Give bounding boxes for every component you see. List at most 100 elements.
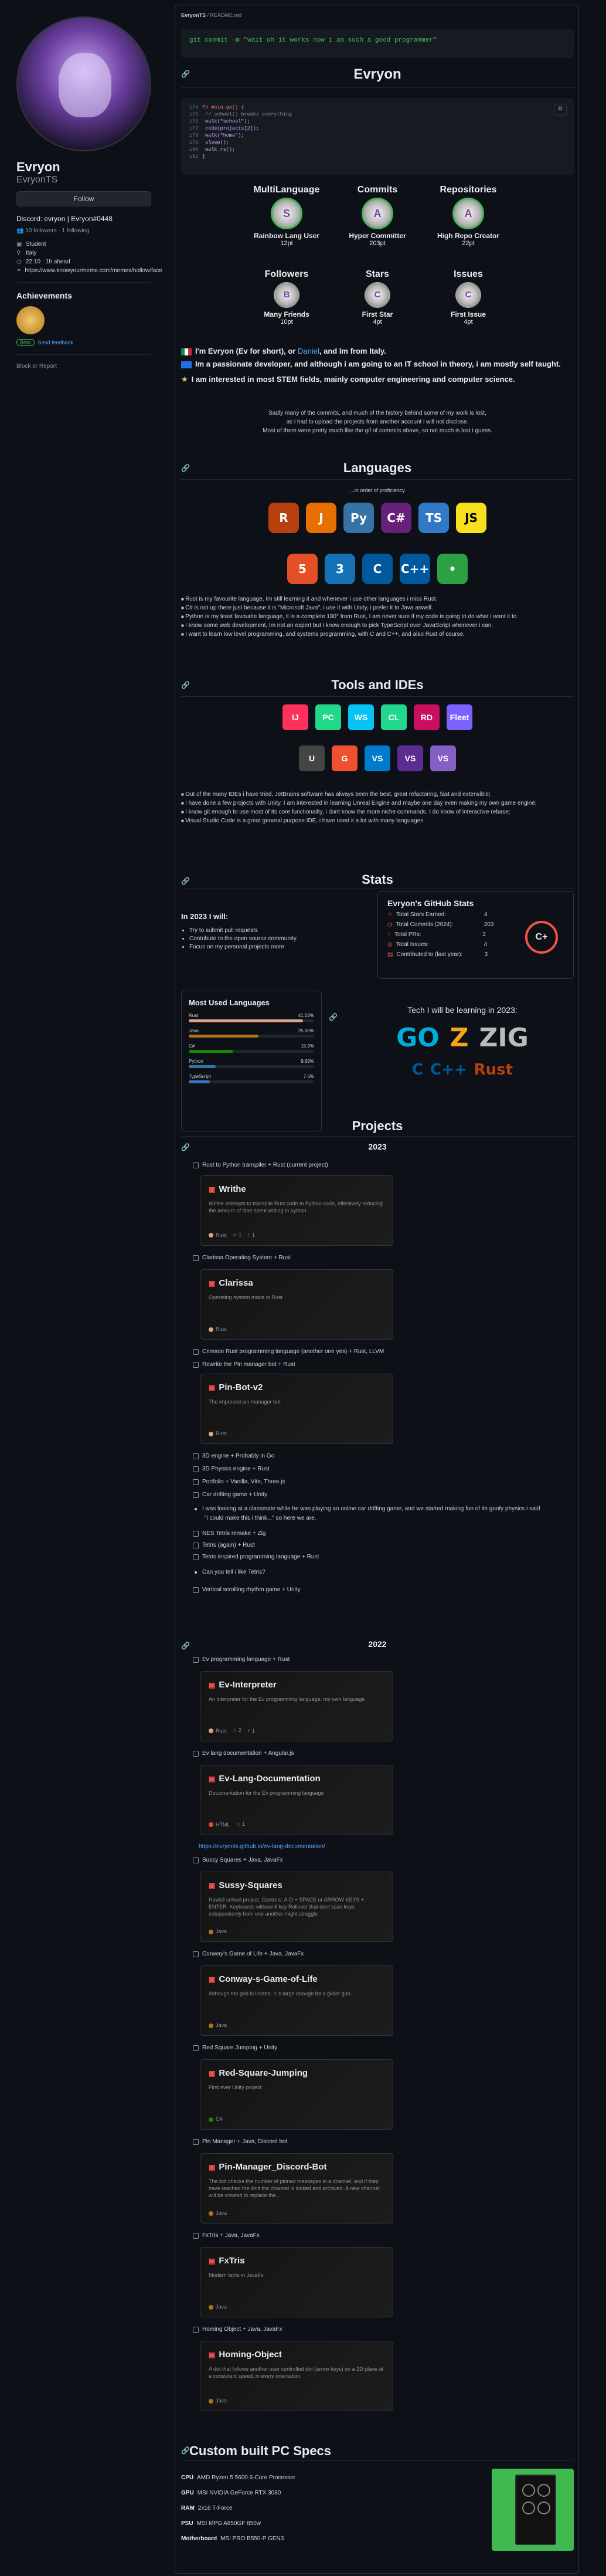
task-item[interactable]: Tetris (again) + Rust — [193, 1542, 255, 1548]
info-website-text[interactable]: https://www.knowyourmeme.com/memes/hollo… — [25, 267, 162, 274]
task-item[interactable]: Red Square Jumping + Unity — [193, 2045, 277, 2051]
achievement-badge[interactable] — [16, 306, 45, 334]
checkbox[interactable] — [193, 2326, 199, 2333]
task-item[interactable]: Car drifting game + Unity — [193, 1492, 267, 1498]
repo-stars: ☆ 1 — [236, 1821, 246, 1828]
checkbox[interactable] — [193, 2045, 199, 2051]
checkbox[interactable] — [193, 1951, 199, 1957]
repo-card[interactable]: ▣ FxTris Modern tetris in JavaFx Java — [200, 2247, 393, 2317]
task-item[interactable]: Crimson Rust programming language (anoth… — [193, 1348, 384, 1355]
task-item[interactable]: Pin Manager + Java, Discord bot — [193, 2138, 287, 2145]
anchor-link-icon[interactable]: 🔗 — [329, 1013, 338, 1021]
readme-path-user[interactable]: EvryonTS — [181, 12, 206, 18]
checkbox[interactable] — [193, 1348, 199, 1355]
copy-icon[interactable]: ⧉ — [554, 104, 567, 116]
task-item[interactable]: NES Tetris remake + Zig — [193, 1530, 265, 1537]
checkbox[interactable] — [193, 1492, 199, 1498]
task-item[interactable]: Ev lang documentation + Angular.js — [193, 1750, 294, 1757]
repo-name[interactable]: ▣ Sussy-Squares — [209, 1880, 384, 1890]
checkbox[interactable] — [193, 1530, 199, 1537]
repo-name-text[interactable]: Pin-Bot-v2 — [219, 1382, 263, 1392]
task-item[interactable]: Clarissa Operating System + Rust — [193, 1255, 291, 1261]
repo-name[interactable]: ▣ Clarissa — [209, 1278, 384, 1288]
most-used-languages-card[interactable]: Most Used Languages Rust 41.02% Java 25.00%… — [181, 991, 322, 1131]
task-item[interactable]: Vertical scrolling rhythm game + Unity — [193, 1587, 301, 1593]
repo-name[interactable]: ▣ FxTris — [209, 2256, 384, 2266]
checkbox[interactable] — [193, 1554, 199, 1560]
checkbox[interactable] — [193, 2232, 199, 2239]
repo-name-text[interactable]: Homing-Object — [219, 2350, 282, 2360]
block-report-link[interactable]: Block or Report — [16, 363, 151, 370]
task-item[interactable]: Can you tell i like Tetris? — [193, 1569, 265, 1575]
repo-card[interactable]: ▣ Ev-Interpreter An interpreter for the Ev… — [200, 1671, 393, 1741]
task-item[interactable]: Homing Object + Java, JavaFx — [193, 2326, 282, 2333]
checkbox[interactable] — [193, 1466, 199, 1472]
readme-path-file[interactable]: README.md — [210, 12, 242, 18]
checkbox[interactable] — [193, 1587, 199, 1593]
trophy-icon: A — [362, 198, 393, 229]
send-feedback-link[interactable]: Send feedback — [38, 340, 73, 345]
checkbox[interactable] — [193, 2138, 199, 2145]
repo-card[interactable]: ▣ Red-Square-Jumping First ever Unity proj… — [200, 2059, 393, 2130]
daniel-link[interactable]: Daniel — [298, 347, 319, 355]
anchor-link-icon[interactable]: 🔗 — [181, 2446, 190, 2455]
repo-card[interactable]: ▣ Pin-Bot-v2 The improved pin manager bot R… — [200, 1374, 393, 1444]
repo-name-text[interactable]: Clarissa — [219, 1278, 253, 1288]
repo-name-text[interactable]: Ev-Interpreter — [219, 1680, 276, 1690]
github-stats-card[interactable]: Evryon's GitHub Stats ☆ Total Stars Earne… — [377, 891, 574, 979]
code-line: 174 fn main_ga() { — [189, 104, 244, 110]
repo-card[interactable]: ▣ Writhe Writhe attempts to transpile Rust… — [200, 1175, 393, 1246]
ev-docs-link[interactable]: https://evryonts.github.io/ev-lang-docum… — [199, 1843, 325, 1850]
repo-name[interactable]: ▣ Ev-Lang-Documentation — [209, 1774, 384, 1784]
followers-link[interactable]: 10 followers — [25, 228, 56, 234]
checkbox[interactable] — [193, 1453, 199, 1459]
repo-card[interactable]: ▣ Clarissa Operating system made in Rust Ru… — [200, 1269, 393, 1340]
repo-card[interactable]: ▣ Conway-s-Game-of-Life Although the grid … — [200, 1965, 393, 2036]
repo-name[interactable]: ▣ Conway-s-Game-of-Life — [209, 1974, 384, 1984]
avatar[interactable] — [16, 16, 151, 151]
repo-card[interactable]: ▣ Ev-Lang-Documentation Documentation for … — [200, 1765, 393, 1835]
repo-name-text[interactable]: Conway-s-Game-of-Life — [219, 1974, 317, 1984]
repo-name-text[interactable]: FxTris — [219, 2256, 244, 2266]
task-item[interactable]: Tetris inspired programming language + R… — [193, 1554, 319, 1560]
repo-name[interactable]: ▣ Red-Square-Jumping — [209, 2068, 384, 2078]
task-item[interactable]: Conway's Game of Life + Java, JavaFx — [193, 1951, 304, 1957]
task-item[interactable]: Portfolio + Vanilla, Vite, Three.js — [193, 1479, 285, 1485]
repo-name-text[interactable]: Writhe — [219, 1184, 246, 1194]
readme-path: EvryonTS / README.md — [181, 12, 242, 18]
task-item[interactable]: FxTris + Java, JavaFx — [193, 2232, 260, 2239]
repo-name-text[interactable]: Pin-Manager_Discord-Bot — [219, 2162, 326, 2172]
goal-item: Contribute to the open source community — [189, 935, 328, 943]
checkbox[interactable] — [193, 1656, 199, 1663]
task-item[interactable]: Sussy Squares + Java, JavaFx — [193, 1857, 283, 1863]
checkbox[interactable] — [193, 1857, 199, 1863]
repo-name[interactable]: ▣ Writhe — [209, 1184, 384, 1194]
repo-name-text[interactable]: Red-Square-Jumping — [219, 2068, 308, 2078]
task-item[interactable]: Rewrite the Pin manager bot + Rust — [193, 1361, 295, 1368]
task-item[interactable]: Ev programming language + Rust — [193, 1656, 290, 1663]
following-link[interactable]: 1 following — [62, 228, 89, 234]
checkbox[interactable] — [193, 1750, 199, 1757]
repo-card[interactable]: ▣ Sussy-Squares Hawk3 school project. Cont… — [200, 1872, 393, 1942]
checkbox[interactable] — [193, 1361, 199, 1368]
task-item[interactable]: Rust to Python transpiler + Rust (curren… — [193, 1162, 328, 1168]
follow-button[interactable]: Follow — [16, 191, 151, 206]
task-item[interactable]: 3D Physics engine + Rust — [193, 1466, 270, 1472]
repo-name[interactable]: ▣ Pin-Bot-v2 — [209, 1382, 384, 1392]
checkbox[interactable] — [193, 1255, 199, 1261]
repo-name[interactable]: ▣ Ev-Interpreter — [209, 1680, 384, 1690]
logo-icon: C++ — [400, 554, 430, 584]
repo-card[interactable]: ▣ Homing-Object A dot that follows another… — [200, 2341, 393, 2411]
repo-name-text[interactable]: Ev-Lang-Documentation — [219, 1774, 320, 1784]
repo-card[interactable]: ▣ Pin-Manager_Discord-Bot The bot checks t… — [200, 2153, 393, 2224]
checkbox[interactable] — [193, 1479, 199, 1485]
task-item[interactable]: I was looking at a classmate while he wa… — [193, 1506, 540, 1512]
checkbox[interactable] — [193, 1542, 199, 1548]
info-website[interactable]: ⚭ https://www.knowyourmeme.com/memes/holl… — [16, 267, 162, 274]
checkbox[interactable] — [193, 1162, 199, 1168]
repo-name[interactable]: ▣ Pin-Manager_Discord-Bot — [209, 2162, 384, 2172]
task-item[interactable]: 3D engine + Probably in Go — [193, 1453, 274, 1459]
repo-name[interactable]: ▣ Homing-Object — [209, 2350, 384, 2360]
repo-name-text[interactable]: Sussy-Squares — [219, 1880, 282, 1890]
logo-icon: JS — [456, 503, 486, 533]
